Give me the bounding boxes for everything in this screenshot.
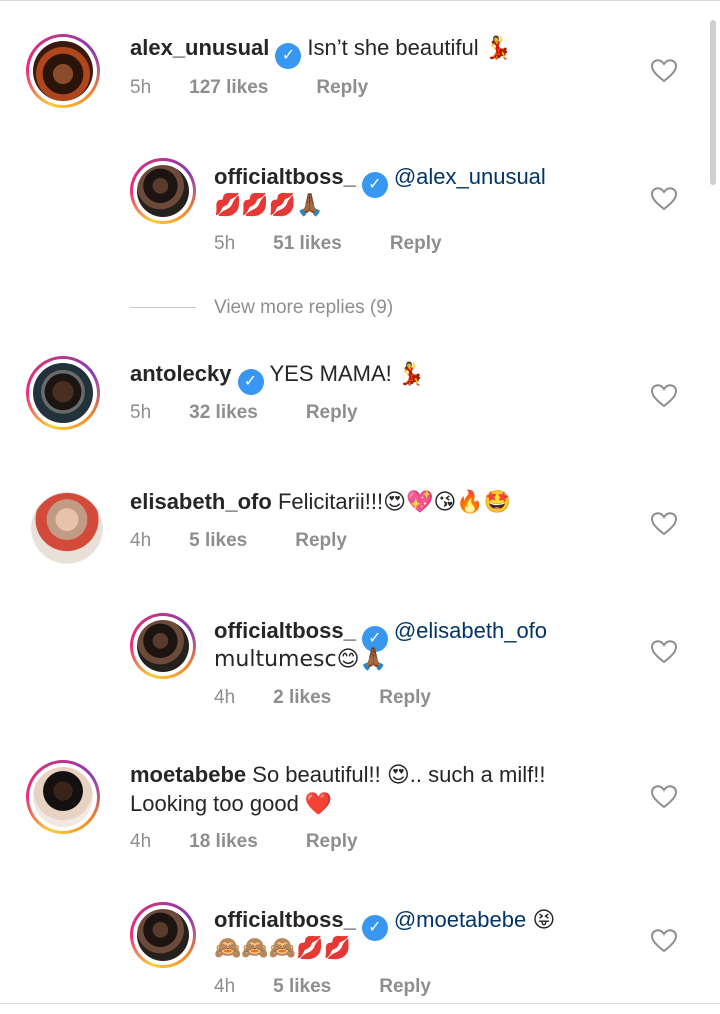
reply-button[interactable]: Reply — [390, 232, 442, 256]
heart-outline-icon[interactable] — [651, 384, 677, 408]
likes-count[interactable]: 2 likes — [273, 686, 331, 710]
avatar[interactable] — [26, 356, 100, 430]
comment-text: Isn’t she beautiful — [307, 35, 479, 60]
likes-count[interactable]: 32 likes — [189, 401, 258, 425]
divider-line — [130, 307, 196, 308]
comment-text: So beautiful!! 😍.. such a milf!! — [252, 762, 546, 787]
timestamp: 4h — [130, 530, 152, 551]
comment-meta: 4h 5 likes Reply — [130, 529, 347, 553]
reply-button[interactable]: Reply — [379, 686, 431, 710]
verified-badge-icon: ✓ — [361, 172, 388, 198]
comment-meta: 4h 5 likes Reply — [214, 975, 431, 999]
reply-button[interactable]: Reply — [306, 401, 358, 425]
verified-badge-icon: ✓ — [237, 369, 264, 395]
heart-outline-icon[interactable] — [651, 512, 677, 536]
likes-count[interactable]: 5 likes — [189, 529, 247, 553]
comment-emoji: 😝 — [532, 908, 556, 933]
timestamp: 5h — [130, 77, 152, 98]
comment-emoji: 😍💖😘🔥🤩 — [383, 490, 512, 515]
comment-emoji-line: 🙈🙈🙈💋💋 — [214, 936, 351, 961]
heart-outline-icon[interactable] — [651, 640, 677, 664]
reply-button[interactable]: Reply — [295, 529, 347, 553]
timestamp: 4h — [214, 976, 236, 997]
avatar-photo — [33, 767, 93, 827]
mention-link[interactable]: @elisabeth_ofo — [394, 618, 547, 643]
username[interactable]: elisabeth_ofo — [130, 489, 272, 514]
timestamp: 5h — [214, 233, 236, 254]
username[interactable]: officialtboss_ — [214, 618, 356, 643]
avatar-photo — [137, 909, 189, 961]
view-more-replies-label[interactable]: View more replies (9) — [214, 296, 393, 320]
comment-text-line: antolecky ✓ YES MAMA! 💃 — [130, 360, 425, 395]
avatar-photo — [33, 41, 93, 101]
mention-link[interactable]: @moetabebe — [394, 907, 526, 932]
mention-link[interactable]: @alex_unusual — [394, 164, 546, 189]
timestamp: 4h — [214, 687, 236, 708]
likes-count[interactable]: 5 likes — [273, 975, 331, 999]
heart-outline-icon[interactable] — [651, 187, 677, 211]
comment-emoji: 💃 — [484, 36, 513, 61]
comment-text-line-2: multumesc😊🙏🏾 — [214, 647, 387, 672]
heart-outline-icon[interactable] — [651, 785, 677, 809]
verified-badge-icon: ✓ — [361, 915, 388, 941]
heart-outline-icon[interactable] — [651, 59, 677, 83]
comment-text-line: elisabeth_ofo Felicitarii!!!😍💖😘🔥🤩 — [130, 488, 511, 517]
username[interactable]: officialtboss_ — [214, 907, 356, 932]
likes-count[interactable]: 51 likes — [273, 232, 342, 256]
avatar-photo — [137, 165, 189, 217]
username[interactable]: alex_unusual — [130, 35, 269, 60]
avatar[interactable] — [26, 760, 100, 834]
comment-meta: 5h 32 likes Reply — [130, 401, 358, 425]
comment-emoji-line: 💋💋💋🙏🏾 — [214, 193, 324, 218]
reply-button[interactable]: Reply — [379, 975, 431, 999]
avatar[interactable] — [130, 158, 196, 224]
avatar[interactable] — [26, 34, 100, 108]
reply-button[interactable]: Reply — [316, 76, 368, 100]
comment-text: Felicitarii!!! — [277, 489, 384, 514]
comment-text-line: alex_unusual ✓ Isn’t she beautiful 💃 — [130, 34, 512, 69]
comment-text: YES MAMA! — [269, 361, 392, 386]
timestamp: 4h — [130, 831, 152, 852]
comment-meta: 4h 2 likes Reply — [214, 686, 431, 710]
likes-count[interactable]: 127 likes — [189, 76, 268, 100]
username[interactable]: antolecky — [130, 361, 232, 386]
avatar[interactable] — [130, 902, 196, 968]
bottom-divider — [0, 1003, 720, 1004]
avatar[interactable] — [31, 492, 103, 564]
username[interactable]: moetabebe — [130, 762, 246, 787]
scrollbar[interactable] — [710, 20, 716, 185]
comment-meta: 5h 51 likes Reply — [214, 232, 442, 256]
avatar-photo — [33, 363, 93, 423]
avatar-photo — [32, 493, 102, 563]
comment-text-line: moetabebe So beautiful!! 😍.. such a milf… — [130, 761, 545, 789]
heart-outline-icon[interactable] — [651, 929, 677, 953]
avatar-photo — [137, 620, 189, 672]
timestamp: 5h — [130, 402, 152, 423]
comment-meta: 5h 127 likes Reply — [130, 76, 368, 100]
reply-button[interactable]: Reply — [306, 830, 358, 854]
username[interactable]: officialtboss_ — [214, 164, 356, 189]
avatar[interactable] — [130, 613, 196, 679]
comment-text-line-2: Looking too good ❤️ — [130, 791, 333, 816]
likes-count[interactable]: 18 likes — [189, 830, 258, 854]
comment-meta: 4h 18 likes Reply — [130, 830, 358, 854]
top-divider — [0, 0, 720, 1]
comment-emoji: 💃 — [397, 362, 426, 387]
verified-badge-icon: ✓ — [275, 43, 302, 69]
